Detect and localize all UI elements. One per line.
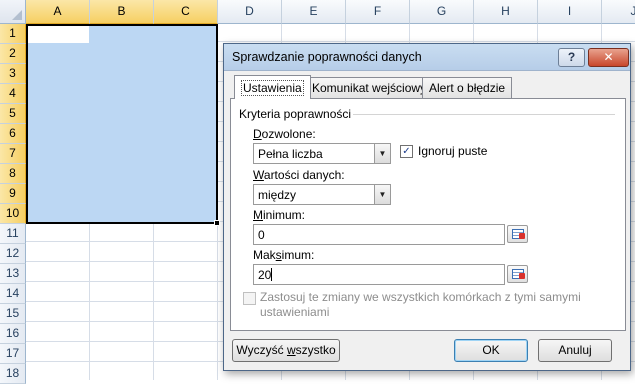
row-header-12[interactable]: 12 (0, 244, 26, 264)
clear-all-label-post: szystko (295, 343, 336, 357)
select-all-corner[interactable] (0, 0, 26, 24)
data-label-text: artości danych: (263, 168, 345, 182)
dialog-titlebar[interactable]: Sprawdzanie poprawności danych ? ✕ (224, 44, 630, 71)
column-header-f[interactable]: F (346, 0, 410, 24)
clear-all-label-pre: Wyczyść (236, 343, 287, 357)
maximum-range-picker-button[interactable] (507, 265, 528, 283)
row-header-13[interactable]: 13 (0, 264, 26, 284)
column-header-b[interactable]: B (90, 0, 154, 24)
allow-label: Dozwolone: (253, 127, 316, 141)
row-header-9[interactable]: 9 (0, 184, 26, 204)
allow-select[interactable]: Pełna liczba ▼ (253, 143, 391, 164)
maximum-label: Maksimum: (253, 248, 314, 262)
ignore-blank-checkbox[interactable]: ✓ (400, 145, 413, 158)
tab-error-alert[interactable]: Alert o błędzie (422, 77, 513, 98)
chevron-down-icon[interactable]: ▼ (374, 185, 390, 204)
ok-button[interactable]: OK (454, 339, 528, 362)
column-header-j[interactable]: J (602, 0, 635, 24)
tab-error-alert-label: Alert o błędzie (429, 81, 506, 95)
active-cell-a1[interactable] (28, 26, 89, 43)
allow-label-text: ozwolone: (261, 127, 316, 141)
row-header-3[interactable]: 3 (0, 64, 26, 84)
row-header-1[interactable]: 1 (0, 24, 26, 44)
clear-all-label-accesskey: w (286, 343, 296, 357)
dialog-title: Sprawdzanie poprawności danych (232, 50, 422, 64)
row-header-18[interactable]: 18 (0, 364, 26, 384)
minimum-label-accesskey: M (253, 208, 263, 222)
maximum-input-text: 20 (258, 268, 272, 282)
maximum-label-post: imum: (281, 248, 315, 262)
row-header-17[interactable]: 17 (0, 344, 26, 364)
maximum-label-pre: Mak (253, 248, 276, 262)
row-header-11[interactable]: 11 (0, 224, 26, 244)
chevron-down-icon[interactable]: ▼ (374, 144, 390, 163)
criteria-divider (353, 114, 615, 115)
tab-input-message-label: Komunikat wejściowy (312, 81, 427, 95)
allow-select-value: Pełna liczba (258, 147, 323, 161)
column-header-h[interactable]: H (474, 0, 538, 24)
apply-to-all-label-line1: Zastosuj te zmiany we wszystkich komórka… (260, 290, 581, 304)
ignore-blank-label-pre: Ignoru (418, 144, 453, 158)
row-header-7[interactable]: 7 (0, 144, 26, 164)
row-header-2[interactable]: 2 (0, 44, 26, 64)
minimum-label-text: inimum: (263, 208, 306, 222)
range-picker-arrow-icon (519, 233, 525, 239)
tab-input-message[interactable]: Komunikat wejściowy (305, 77, 434, 98)
data-label: Wartości danych: (253, 168, 345, 182)
row-header-14[interactable]: 14 (0, 284, 26, 304)
help-button[interactable]: ? (558, 48, 585, 67)
apply-to-all-checkbox[interactable] (243, 292, 256, 305)
ignore-blank-label-post: puste (454, 144, 488, 158)
column-header-e[interactable]: E (282, 0, 346, 24)
data-select[interactable]: między ▼ (253, 184, 391, 205)
allow-label-accesskey: D (253, 127, 262, 141)
select-all-icon (12, 10, 22, 20)
minimum-input-value: 0 (258, 228, 265, 242)
column-header-c[interactable]: C (154, 0, 218, 24)
fill-handle[interactable] (214, 220, 220, 226)
column-header-d[interactable]: D (218, 0, 282, 24)
clear-all-button[interactable]: Wyczyść wszystko (232, 339, 340, 362)
apply-to-all-label-line2: ustawieniami (260, 305, 330, 319)
column-header-g[interactable]: G (410, 0, 474, 24)
close-button[interactable]: ✕ (588, 48, 629, 67)
row-header-15[interactable]: 15 (0, 304, 26, 324)
minimum-input[interactable]: 0 (253, 224, 505, 245)
ignore-blank-label: Ignoruj puste (418, 144, 487, 158)
range-picker-arrow-icon (519, 273, 525, 279)
data-label-accesskey: W (253, 168, 264, 182)
maximum-input[interactable]: 20 (253, 264, 505, 285)
dialog-client: Ustawienia Komunikat wejściowy Alert o b… (230, 75, 626, 364)
tab-settings-label: Ustawienia (241, 80, 304, 96)
row-header-10[interactable]: 10 (0, 204, 26, 224)
column-header-i[interactable]: I (538, 0, 602, 24)
column-header-a[interactable]: A (26, 0, 90, 24)
row-header-4[interactable]: 4 (0, 84, 26, 104)
data-select-value: między (258, 188, 297, 202)
row-header-5[interactable]: 5 (0, 104, 26, 124)
row-header-16[interactable]: 16 (0, 324, 26, 344)
criteria-heading: Kryteria poprawności (239, 107, 352, 121)
text-caret (271, 268, 273, 281)
cancel-button[interactable]: Anuluj (538, 339, 612, 362)
settings-panel: Kryteria poprawności Dozwolone: Pełna li… (230, 98, 626, 331)
row-header-6[interactable]: 6 (0, 124, 26, 144)
tab-settings[interactable]: Ustawienia (234, 75, 311, 99)
minimum-range-picker-button[interactable] (507, 225, 528, 243)
minimum-label: Minimum: (253, 208, 305, 222)
row-header-8[interactable]: 8 (0, 164, 26, 184)
maximum-input-value: 20 (258, 268, 273, 282)
data-validation-dialog: Sprawdzanie poprawności danych ? ✕ Ustaw… (223, 43, 631, 371)
selected-range-a1-c10[interactable] (26, 24, 218, 224)
